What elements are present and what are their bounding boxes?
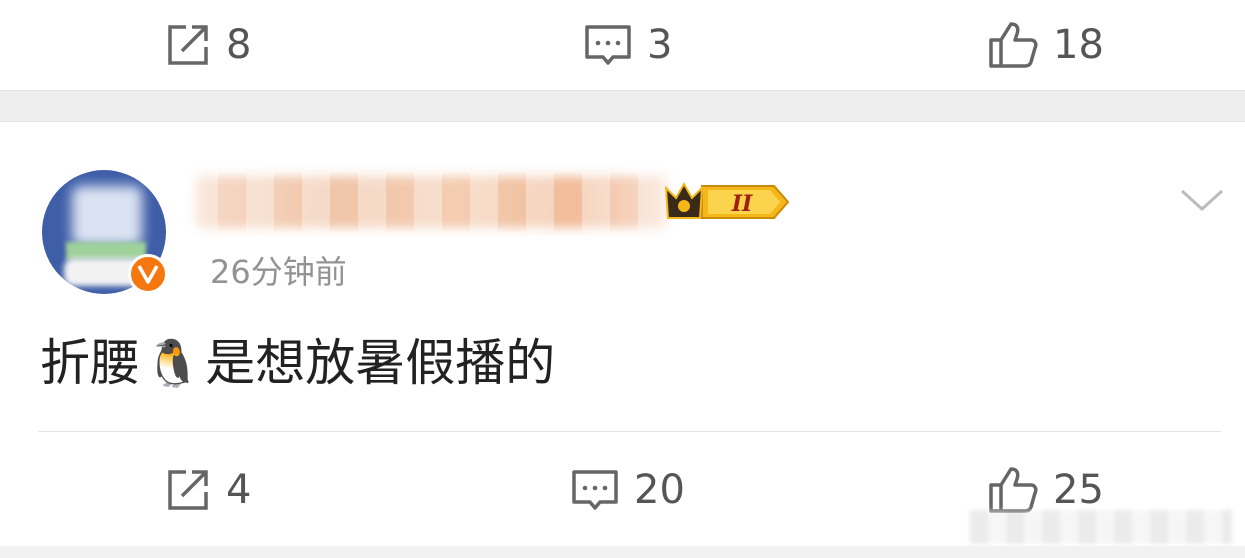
watermark-pixelation xyxy=(970,510,1232,544)
penguin-emoji-icon: 🐧 xyxy=(144,336,202,390)
verified-badge-icon xyxy=(128,254,168,294)
repost-icon xyxy=(168,25,208,65)
comment-count: 3 xyxy=(647,22,673,68)
repost-count: 8 xyxy=(226,22,252,68)
comment-count: 20 xyxy=(634,467,685,513)
bottom-separator xyxy=(0,546,1245,558)
repost-button[interactable]: 8 xyxy=(164,0,251,90)
comment-text-part1: 折腰 xyxy=(40,334,140,392)
divider xyxy=(38,431,1221,432)
chevron-down-icon[interactable] xyxy=(1178,185,1226,219)
repost-icon xyxy=(168,470,208,510)
comment-timestamp: 26分钟前 xyxy=(210,253,347,291)
like-count: 18 xyxy=(1053,22,1104,68)
like-button[interactable]: 18 xyxy=(987,0,1104,90)
top-action-bar: 8 3 18 xyxy=(0,0,1245,90)
like-icon xyxy=(989,467,1038,513)
username-pixelation xyxy=(190,172,670,232)
like-icon xyxy=(989,22,1038,68)
comment-button[interactable]: 20 xyxy=(570,445,685,535)
comment-text-part2: 是想放暑假播的 xyxy=(205,334,556,392)
member-level-badge[interactable]: II xyxy=(662,178,792,230)
comment-icon xyxy=(572,470,618,510)
level-text: II xyxy=(731,191,753,217)
comment-text: 折腰 🐧 是想放暑假播的 xyxy=(40,330,555,396)
comment-icon xyxy=(585,25,631,65)
repost-count: 4 xyxy=(226,467,252,513)
section-separator xyxy=(0,90,1245,122)
repost-button[interactable]: 4 xyxy=(164,445,251,535)
comment-button[interactable]: 3 xyxy=(583,0,672,90)
like-count: 25 xyxy=(1053,467,1104,513)
